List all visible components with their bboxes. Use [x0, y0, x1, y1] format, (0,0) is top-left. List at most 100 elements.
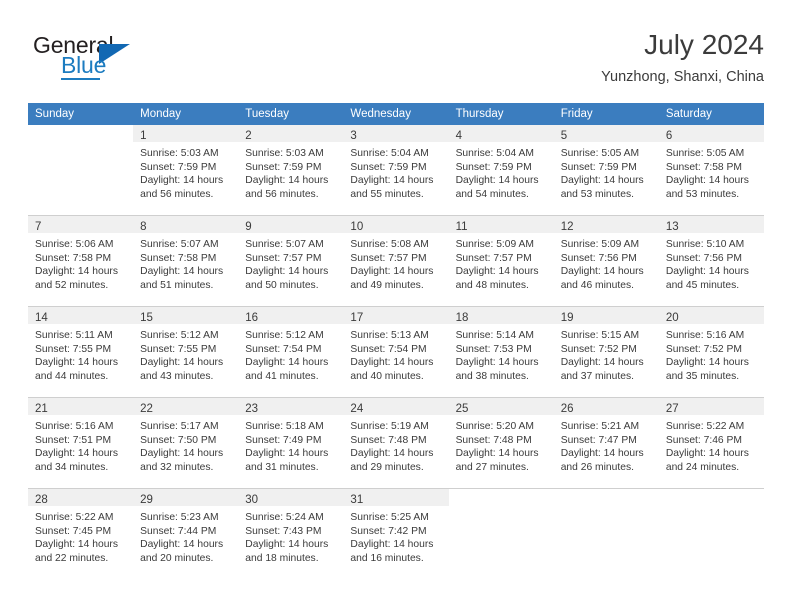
day-number-bar: 14 — [28, 307, 134, 324]
calendar-day-cell[interactable]: 1 Sunrise: 5:03 AM Sunset: 7:59 PM Daylight… — [133, 125, 239, 216]
day-detail-line: and 45 minutes. — [665, 279, 740, 291]
day-detail-line: Sunrise: 5:13 AM — [350, 330, 429, 341]
day-detail-line: Sunset: 7:47 PM — [560, 434, 637, 446]
day-number: 1 — [140, 130, 147, 142]
day-detail-line: Daylight: 14 hours — [245, 539, 329, 551]
day-detail-line: Sunset: 7:53 PM — [455, 343, 532, 355]
day-detail-lines: Sunrise: 5:05 AM Sunset: 7:59 PM Daylight:… — [554, 142, 659, 201]
day-number: 27 — [665, 403, 679, 415]
day-number: 9 — [245, 221, 252, 233]
calendar-day-cell[interactable]: 4 Sunrise: 5:04 AM Sunset: 7:59 PM Daylight… — [448, 125, 554, 216]
day-detail-line: and 55 minutes. — [350, 188, 424, 200]
title-block: July 2024 Yunzhong, Shanxi, China — [601, 28, 764, 87]
day-detail-line: Sunset: 7:57 PM — [455, 252, 532, 264]
calendar-day-cell[interactable]: 22 Sunrise: 5:17 AM Sunset: 7:50 PM Dayligh… — [133, 397, 239, 489]
day-detail-line: Sunrise: 5:19 AM — [350, 421, 429, 432]
day-number: 15 — [140, 312, 153, 324]
calendar-day-cell[interactable]: 21 Sunrise: 5:16 AM Sunset: 7:51 PM Dayligh… — [28, 397, 134, 489]
brand-logo[interactable]: General Blue — [28, 32, 248, 88]
day-detail-line: and 49 minutes. — [350, 279, 424, 291]
day-detail-line: Daylight: 14 hours — [350, 175, 434, 187]
day-number-bar: 25 — [448, 398, 554, 415]
day-detail-line: Sunrise: 5:04 AM — [350, 148, 429, 159]
day-detail-line: Sunrise: 5:08 AM — [350, 239, 429, 250]
day-detail-line: Sunset: 7:55 PM — [35, 343, 112, 355]
day-number: 12 — [560, 221, 574, 233]
calendar-day-cell[interactable]: 31 Sunrise: 5:25 AM Sunset: 7:42 PM Dayligh… — [343, 488, 449, 579]
day-number: 3 — [350, 130, 357, 142]
calendar-day-cell[interactable]: 20 Sunrise: 5:16 AM Sunset: 7:52 PM Dayligh… — [658, 306, 764, 398]
day-cell-inner: 3 Sunrise: 5:04 AM Sunset: 7:59 PM Daylight… — [343, 125, 449, 215]
day-detail-line: Daylight: 14 hours — [665, 357, 749, 369]
weekday-header-monday: Monday — [133, 103, 239, 125]
day-cell-inner: 12 Sunrise: 5:09 AM Sunset: 7:56 PM Dayligh… — [553, 216, 659, 306]
day-number-bar: 7 — [28, 216, 134, 233]
day-cell-inner: 14 Sunrise: 5:11 AM Sunset: 7:55 PM Dayligh… — [28, 307, 134, 397]
calendar-day-cell[interactable]: 8 Sunrise: 5:07 AM Sunset: 7:58 PM Daylight… — [133, 215, 239, 307]
day-cell-inner: 19 Sunrise: 5:15 AM Sunset: 7:52 PM Dayligh… — [553, 307, 659, 397]
day-detail-lines: Sunrise: 5:15 AM Sunset: 7:52 PM Daylight:… — [554, 324, 659, 383]
day-cell-inner: 8 Sunrise: 5:07 AM Sunset: 7:58 PM Daylight… — [133, 216, 239, 306]
day-detail-line: Daylight: 14 hours — [665, 266, 749, 278]
day-number: 2 — [245, 130, 252, 142]
day-detail-line: Sunset: 7:58 PM — [140, 252, 217, 264]
day-number: 21 — [35, 403, 48, 415]
calendar-day-cell[interactable]: 25 Sunrise: 5:20 AM Sunset: 7:48 PM Dayligh… — [448, 397, 554, 489]
weekday-header-thursday: Thursday — [448, 103, 554, 125]
calendar-day-cell[interactable]: 19 Sunrise: 5:15 AM Sunset: 7:52 PM Dayligh… — [553, 306, 659, 398]
day-detail-line: Sunset: 7:48 PM — [350, 434, 427, 446]
day-detail-line: and 38 minutes. — [455, 370, 529, 382]
calendar-day-cell[interactable]: 30 Sunrise: 5:24 AM Sunset: 7:43 PM Dayligh… — [238, 488, 344, 579]
calendar-day-cell[interactable]: 3 Sunrise: 5:04 AM Sunset: 7:59 PM Daylight… — [343, 125, 449, 216]
day-detail-line: and 35 minutes. — [665, 370, 740, 382]
day-number-bar: 26 — [553, 398, 659, 415]
calendar-day-cell[interactable]: 18 Sunrise: 5:14 AM Sunset: 7:53 PM Dayligh… — [448, 306, 554, 398]
day-number-bar: 28 — [28, 489, 134, 506]
day-detail-line: Sunset: 7:50 PM — [140, 434, 217, 446]
calendar-day-cell[interactable]: 9 Sunrise: 5:07 AM Sunset: 7:57 PM Daylight… — [238, 215, 344, 307]
calendar-day-cell[interactable]: 12 Sunrise: 5:09 AM Sunset: 7:56 PM Dayligh… — [553, 215, 659, 307]
calendar-day-cell[interactable]: 17 Sunrise: 5:13 AM Sunset: 7:54 PM Dayligh… — [343, 306, 449, 398]
day-number: 18 — [455, 312, 469, 324]
day-detail-line: Sunset: 7:49 PM — [245, 434, 322, 446]
calendar-day-cell[interactable]: 5 Sunrise: 5:05 AM Sunset: 7:59 PM Daylight… — [553, 125, 659, 216]
day-detail-lines: Sunrise: 5:13 AM Sunset: 7:54 PM Daylight:… — [343, 324, 448, 383]
day-detail-line: Daylight: 14 hours — [35, 266, 118, 278]
day-cell-inner: 23 Sunrise: 5:18 AM Sunset: 7:49 PM Dayligh… — [238, 398, 344, 488]
calendar-day-cell[interactable]: 13 Sunrise: 5:10 AM Sunset: 7:56 PM Dayligh… — [658, 215, 764, 307]
day-detail-lines: Sunrise: 5:12 AM Sunset: 7:55 PM Daylight:… — [133, 324, 238, 383]
calendar-day-cell[interactable]: 6 Sunrise: 5:05 AM Sunset: 7:58 PM Daylight… — [658, 125, 764, 216]
calendar-day-cell[interactable]: 11 Sunrise: 5:09 AM Sunset: 7:57 PM Dayligh… — [448, 215, 554, 307]
calendar-day-cell[interactable]: 28 Sunrise: 5:22 AM Sunset: 7:45 PM Dayligh… — [28, 488, 134, 579]
day-detail-line: and 48 minutes. — [455, 279, 529, 291]
calendar-day-cell[interactable]: 26 Sunrise: 5:21 AM Sunset: 7:47 PM Dayligh… — [553, 397, 659, 489]
day-number-bar: 1 — [133, 125, 239, 142]
day-detail-lines: Sunrise: 5:12 AM Sunset: 7:54 PM Daylight:… — [238, 324, 343, 383]
calendar-day-cell[interactable]: 23 Sunrise: 5:18 AM Sunset: 7:49 PM Dayligh… — [238, 397, 344, 489]
calendar-day-cell[interactable]: 15 Sunrise: 5:12 AM Sunset: 7:55 PM Dayligh… — [133, 306, 239, 398]
day-number: 31 — [350, 494, 364, 506]
calendar-day-cell[interactable]: 2 Sunrise: 5:03 AM Sunset: 7:59 PM Daylight… — [238, 125, 344, 216]
day-detail-line: Sunset: 7:56 PM — [665, 252, 742, 264]
calendar-page: General Blue July 2024 Yunzhong, Shanxi,… — [0, 0, 792, 612]
day-detail-line: Sunrise: 5:05 AM — [665, 148, 745, 159]
day-detail-lines: Sunrise: 5:20 AM Sunset: 7:48 PM Daylight:… — [449, 415, 554, 474]
calendar-day-cell[interactable]: 7 Sunrise: 5:06 AM Sunset: 7:58 PM Daylight… — [28, 215, 134, 307]
day-detail-line: Daylight: 14 hours — [140, 266, 224, 278]
day-detail-line: Daylight: 14 hours — [245, 175, 329, 187]
day-detail-line: Sunrise: 5:18 AM — [245, 421, 324, 432]
calendar-day-cell[interactable]: 16 Sunrise: 5:12 AM Sunset: 7:54 PM Dayligh… — [238, 306, 344, 398]
calendar-day-cell[interactable]: 10 Sunrise: 5:08 AM Sunset: 7:57 PM Dayligh… — [343, 215, 449, 307]
day-detail-line: Sunset: 7:43 PM — [245, 525, 322, 537]
calendar-day-cell[interactable]: 14 Sunrise: 5:11 AM Sunset: 7:55 PM Dayligh… — [28, 306, 134, 398]
day-detail-line: and 34 minutes. — [35, 461, 109, 473]
weekday-header-friday: Friday — [553, 103, 659, 125]
calendar-day-cell[interactable]: 24 Sunrise: 5:19 AM Sunset: 7:48 PM Dayligh… — [343, 397, 449, 489]
day-detail-line: Daylight: 14 hours — [245, 266, 329, 278]
day-number-bar: 4 — [448, 125, 554, 142]
day-number-bar: 21 — [28, 398, 134, 415]
calendar-day-cell[interactable]: 27 Sunrise: 5:22 AM Sunset: 7:46 PM Dayligh… — [658, 397, 764, 489]
day-cell-inner: 31 Sunrise: 5:25 AM Sunset: 7:42 PM Dayligh… — [343, 489, 449, 579]
day-detail-line: Sunrise: 5:12 AM — [245, 330, 324, 341]
calendar-day-cell[interactable]: 29 Sunrise: 5:23 AM Sunset: 7:44 PM Dayligh… — [133, 488, 239, 579]
